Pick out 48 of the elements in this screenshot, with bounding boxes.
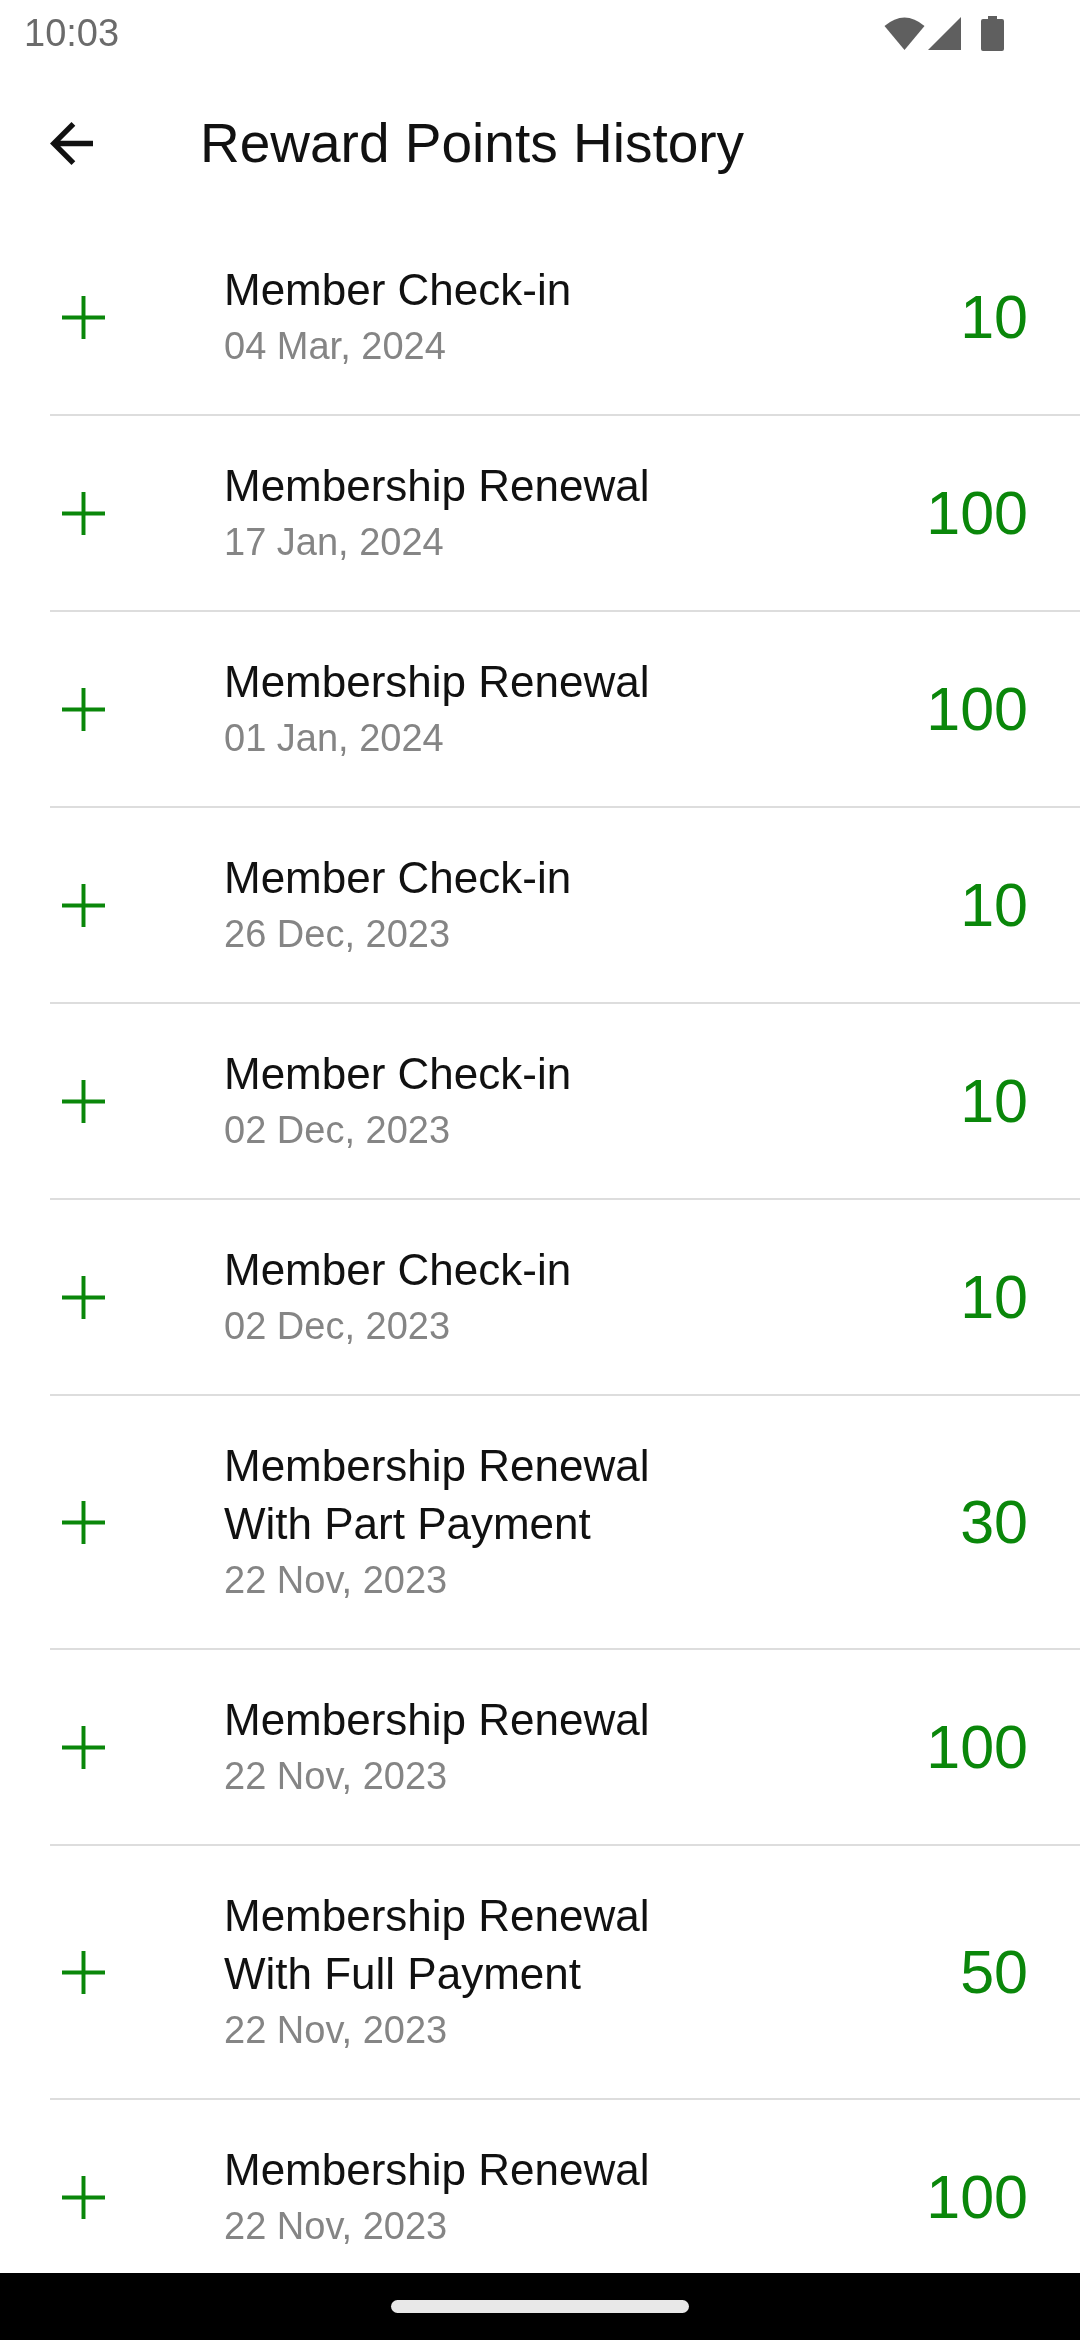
entry-title: Member Check-in	[224, 264, 573, 316]
plus-icon	[62, 1275, 105, 1319]
points-value: 10	[960, 282, 1028, 352]
plus-icon	[62, 1725, 105, 1769]
screen-title: Reward Points History	[200, 111, 745, 175]
battery-icon	[981, 15, 1004, 51]
entry-date: 22 Nov, 2023	[224, 2008, 449, 2053]
points-value: 100	[926, 478, 1028, 548]
status-time: 10:03	[24, 14, 120, 52]
plus-icon	[62, 1950, 105, 1994]
points-value: 10	[960, 870, 1028, 940]
points-value: 10	[960, 1262, 1028, 1332]
points-value: 100	[926, 2162, 1028, 2232]
entry-title: Membership Renewal	[224, 460, 651, 512]
entry-title: Member Check-in	[224, 852, 573, 904]
plus-icon	[62, 295, 105, 339]
entry-date: 04 Mar, 2024	[224, 324, 447, 369]
points-value: 50	[960, 1937, 1028, 2007]
plus-icon	[62, 687, 105, 731]
entry-title: Membership Renewal	[224, 656, 651, 708]
entry-title: Membership Renewal With Part Payment	[224, 1440, 651, 1550]
entry-date: 22 Nov, 2023	[224, 1754, 449, 1799]
points-value: 10	[960, 1066, 1028, 1136]
points-value: 100	[926, 674, 1028, 744]
plus-icon	[62, 1079, 105, 1123]
entry-title: Membership Renewal	[224, 2144, 651, 2196]
entry-title: Membership Renewal With Full Payment	[224, 1890, 651, 2000]
entry-date: 01 Jan, 2024	[224, 716, 445, 761]
entry-date: 02 Dec, 2023	[224, 1108, 452, 1153]
entry-title: Member Check-in	[224, 1048, 573, 1100]
plus-icon	[62, 1500, 105, 1544]
entry-date: 02 Dec, 2023	[224, 1304, 452, 1349]
entry-date: 17 Jan, 2024	[224, 520, 445, 565]
entry-date: 22 Nov, 2023	[224, 2204, 449, 2249]
points-value: 100	[926, 1712, 1028, 1782]
back-button[interactable]	[50, 121, 93, 165]
entry-date: 22 Nov, 2023	[224, 1558, 449, 1603]
entry-title: Member Check-in	[224, 1244, 573, 1296]
entry-title: Membership Renewal	[224, 1694, 651, 1746]
home-handle[interactable]	[391, 2300, 689, 2313]
plus-icon	[62, 883, 105, 927]
entry-date: 26 Dec, 2023	[224, 912, 452, 957]
wifi-icon	[884, 16, 925, 50]
plus-icon	[62, 491, 105, 535]
points-value: 30	[960, 1487, 1028, 1557]
back-arrow-icon	[50, 121, 93, 165]
signal-icon	[928, 16, 961, 50]
plus-icon	[62, 2175, 105, 2219]
